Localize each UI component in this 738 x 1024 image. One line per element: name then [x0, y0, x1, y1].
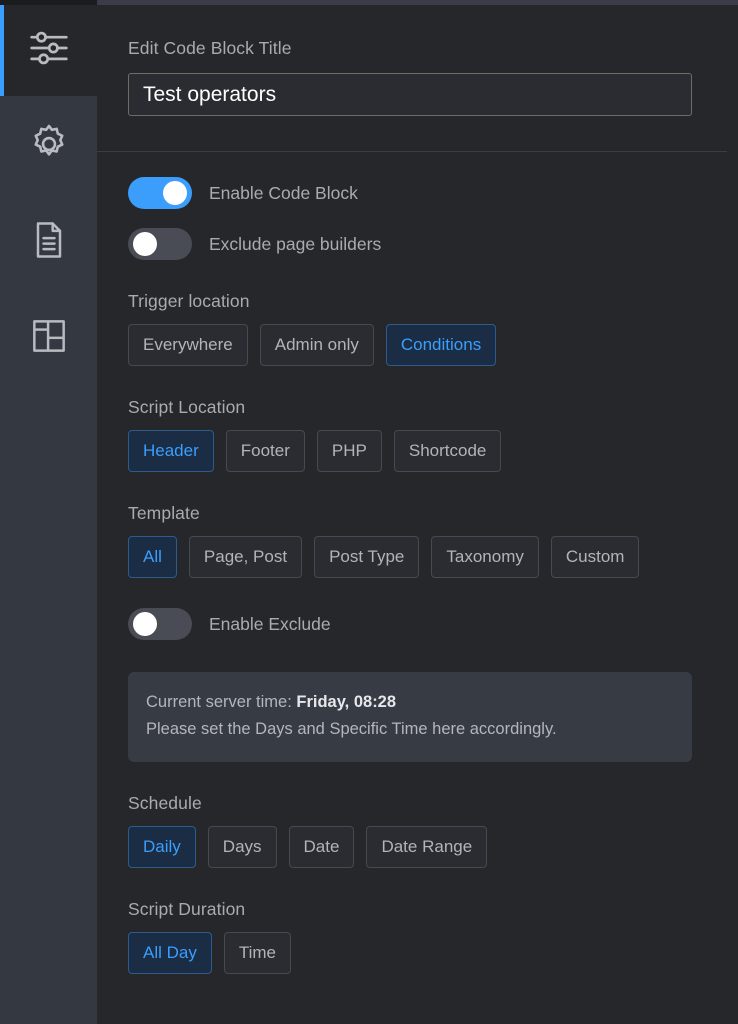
script-duration-option-all-day[interactable]: All Day: [128, 932, 212, 974]
toggle-knob: [133, 612, 157, 636]
template-option-all[interactable]: All: [128, 536, 177, 578]
enable-exclude-toggle[interactable]: [128, 608, 192, 640]
trigger-location-label: Trigger location: [128, 291, 250, 311]
server-time-value: Friday, 08:28: [296, 693, 397, 711]
script-location-option-footer[interactable]: Footer: [225, 430, 305, 472]
server-time-hint: Please set the Days and Specific Time he…: [146, 720, 557, 738]
enable-exclude-label: Enable Exclude: [209, 613, 331, 634]
sidebar: [0, 0, 97, 1024]
enable-exclude-row: Enable Exclude: [128, 608, 727, 640]
script-location-option-php[interactable]: PHP: [316, 430, 382, 472]
settings-panel: Edit Code Block Title Enable Code Block …: [97, 0, 738, 1024]
exclude-page-builders-label: Exclude page builders: [209, 233, 382, 254]
enable-code-block-toggle[interactable]: [128, 177, 192, 209]
template-option-custom[interactable]: Custom: [550, 536, 640, 578]
sidebar-item-gear[interactable]: [0, 96, 97, 192]
server-time-line: Current server time: Friday, 08:28: [146, 689, 674, 716]
schedule-group: Schedule Daily Days Date Date Range: [128, 793, 727, 868]
trigger-option-admin-only[interactable]: Admin only: [259, 324, 374, 366]
template-option-taxonomy[interactable]: Taxonomy: [431, 536, 539, 578]
schedule-option-daily[interactable]: Daily: [128, 826, 196, 868]
trigger-location-group: Trigger location Everywhere Admin only C…: [128, 291, 727, 366]
exclude-page-builders-row: Exclude page builders: [128, 228, 727, 260]
toggle-knob: [133, 232, 157, 256]
template-options: All Page, Post Post Type Taxonomy Custom: [128, 536, 727, 578]
script-duration-label: Script Duration: [128, 899, 246, 919]
window-top-edge-right: [97, 0, 738, 5]
enable-exclude-group: Enable Exclude: [128, 608, 727, 640]
app-window: Edit Code Block Title Enable Code Block …: [0, 0, 738, 1024]
schedule-label: Schedule: [128, 793, 202, 813]
schedule-option-date-range[interactable]: Date Range: [366, 826, 488, 868]
sliders-icon: [23, 22, 75, 74]
code-block-title-input[interactable]: [128, 73, 692, 116]
script-duration-options: All Day Time: [128, 932, 727, 974]
bottom-spacer: [128, 974, 727, 1008]
script-location-option-shortcode[interactable]: Shortcode: [393, 430, 502, 472]
server-time-prefix: Current server time:: [146, 693, 297, 711]
edit-code-block-title-label: Edit Code Block Title: [128, 38, 292, 58]
template-option-page-post[interactable]: Page, Post: [188, 536, 303, 578]
sidebar-item-document[interactable]: [0, 192, 97, 288]
schedule-option-days[interactable]: Days: [207, 826, 277, 868]
exclude-page-builders-toggle[interactable]: [128, 228, 192, 260]
window-top-edge-left: [0, 0, 97, 5]
template-group: Template All Page, Post Post Type Taxono…: [128, 503, 727, 578]
trigger-option-conditions[interactable]: Conditions: [385, 324, 497, 366]
script-duration-group: Script Duration All Day Time: [128, 899, 727, 974]
schedule-option-date[interactable]: Date: [288, 826, 355, 868]
sidebar-item-settings-sliders[interactable]: [0, 0, 97, 96]
template-option-post-type[interactable]: Post Type: [314, 536, 420, 578]
toggles-group: Enable Code Block Exclude page builders: [128, 177, 727, 260]
section-divider: [97, 151, 727, 152]
trigger-location-options: Everywhere Admin only Conditions: [128, 324, 727, 366]
layout-icon: [27, 314, 71, 358]
script-location-option-header[interactable]: Header: [128, 430, 214, 472]
server-time-notice: Current server time: Friday, 08:28 Pleas…: [128, 672, 692, 762]
gear-icon: [26, 121, 72, 167]
script-location-options: Header Footer PHP Shortcode: [128, 430, 727, 472]
script-location-group: Script Location Header Footer PHP Shortc…: [128, 397, 727, 472]
script-duration-option-time[interactable]: Time: [223, 932, 292, 974]
script-location-label: Script Location: [128, 397, 246, 417]
sidebar-item-layout[interactable]: [0, 288, 97, 384]
enable-code-block-label: Enable Code Block: [209, 182, 358, 203]
template-label: Template: [128, 503, 200, 523]
enable-code-block-row: Enable Code Block: [128, 177, 727, 209]
toggle-knob: [163, 181, 187, 205]
schedule-options: Daily Days Date Date Range: [128, 826, 727, 868]
trigger-option-everywhere[interactable]: Everywhere: [128, 324, 248, 366]
document-icon: [27, 218, 71, 262]
